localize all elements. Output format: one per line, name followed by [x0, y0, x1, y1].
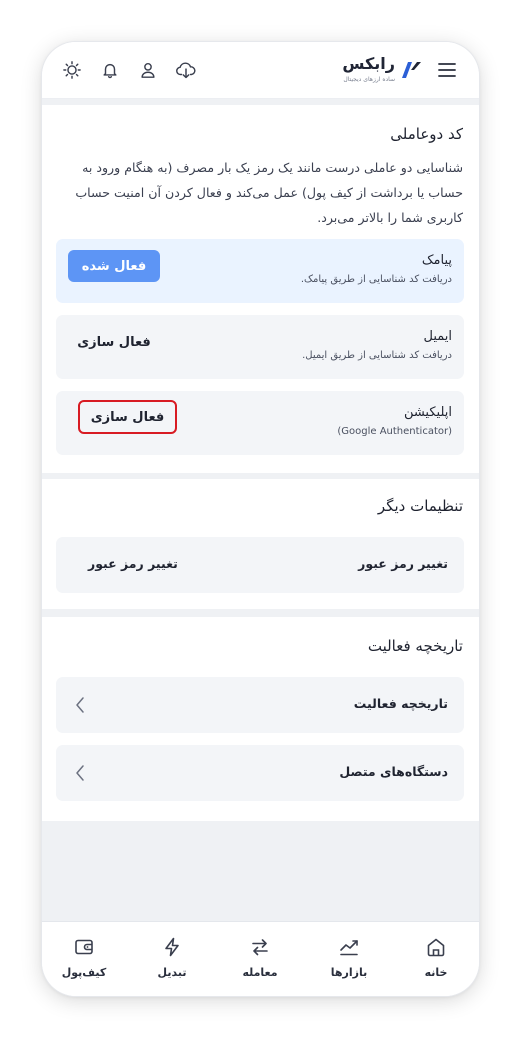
nav-tab-trade[interactable]: معامله — [225, 922, 295, 996]
nav-tab-home[interactable]: خانه — [401, 922, 471, 996]
change-password-link[interactable]: تغییر رمز عبور — [88, 556, 178, 571]
section-title: تاریخچه فعالیت — [367, 637, 463, 655]
nav-label: کیف‌پول — [61, 966, 107, 979]
method-subtitle: (Google Authenticator) — [337, 426, 452, 437]
bell-icon[interactable] — [99, 59, 121, 81]
activity-history-row[interactable]: تاریخچه فعالیت — [56, 677, 464, 733]
method-title: ایمیل — [423, 329, 452, 344]
app-activate-button[interactable]: فعال سازی — [78, 400, 177, 434]
method-app-card: اپلیکیشن (Google Authenticator) فعال ساز… — [56, 391, 464, 455]
change-password-row[interactable]: تغییر رمز عبور تغییر رمز عبور — [56, 537, 464, 593]
nav-label: تبدیل — [157, 966, 187, 979]
sms-activated-button[interactable]: فعال شده — [68, 250, 160, 282]
section-title: کد دوعاملی — [390, 125, 463, 143]
row-label: تغییر رمز عبور — [358, 556, 448, 571]
user-icon[interactable] — [137, 59, 159, 81]
chevron-left-icon — [74, 695, 88, 715]
sun-icon[interactable] — [61, 59, 83, 81]
nav-tab-markets[interactable]: بازارها — [314, 922, 384, 996]
logo-mark-icon — [399, 58, 421, 84]
nav-label: معامله — [242, 966, 278, 979]
section-title: تنظیمات دیگر — [377, 497, 463, 515]
swap-icon — [249, 936, 271, 958]
method-email-card: ایمیل دریافت کد شناسایی از طریق ایمیل. ف… — [56, 315, 464, 379]
nav-label: خانه — [424, 966, 448, 979]
method-sms-card: پیامک دریافت کد شناسایی از طریق پیامک. ف… — [56, 239, 464, 303]
connected-devices-row[interactable]: دستگاه‌های متصل — [56, 745, 464, 801]
nav-label: بازارها — [330, 966, 368, 979]
wallet-icon — [73, 936, 95, 958]
bottom-navigation: خانه بازارها معامله تبدیل کیف‌پول — [42, 921, 479, 996]
method-title: پیامک — [421, 253, 452, 268]
row-label: دستگاه‌های متصل — [339, 764, 448, 779]
method-subtitle: دریافت کد شناسایی از طریق ایمیل. — [302, 350, 452, 361]
chart-icon — [338, 936, 360, 958]
chevron-left-icon — [74, 763, 88, 783]
activity-section: تاریخچه فعالیت تاریخچه فعالیت دستگاه‌های… — [42, 617, 479, 821]
nav-tab-wallet[interactable]: کیف‌پول — [49, 922, 119, 996]
brand-logo[interactable]: رابکس ساده ارزهای دیجیتال — [321, 54, 421, 86]
nav-tab-convert[interactable]: تبدیل — [137, 922, 207, 996]
two-factor-section: کد دوعاملی شناسایی دو عاملی درست مانند ی… — [42, 105, 479, 473]
brand-name: رابکس — [342, 54, 395, 73]
method-subtitle: دریافت کد شناسایی از طریق پیامک. — [300, 274, 452, 285]
brand-tagline: ساده ارزهای دیجیتال — [343, 76, 395, 83]
two-factor-description: شناسایی دو عاملی درست مانند یک رمز یک با… — [75, 160, 463, 225]
download-icon[interactable] — [175, 59, 197, 81]
email-activate-button[interactable]: فعال سازی — [68, 326, 160, 358]
other-settings-section: تنظیمات دیگر تغییر رمز عبور تغییر رمز عب… — [42, 479, 479, 609]
row-label: تاریخچه فعالیت — [353, 696, 448, 711]
home-icon — [425, 936, 447, 958]
phone-frame: رابکس ساده ارزهای دیجیتال کد دوعاملی شنا… — [42, 42, 479, 996]
lightning-icon — [161, 936, 183, 958]
method-title: اپلیکیشن — [403, 405, 452, 420]
menu-icon[interactable] — [436, 59, 458, 81]
top-bar: رابکس ساده ارزهای دیجیتال — [42, 42, 479, 99]
